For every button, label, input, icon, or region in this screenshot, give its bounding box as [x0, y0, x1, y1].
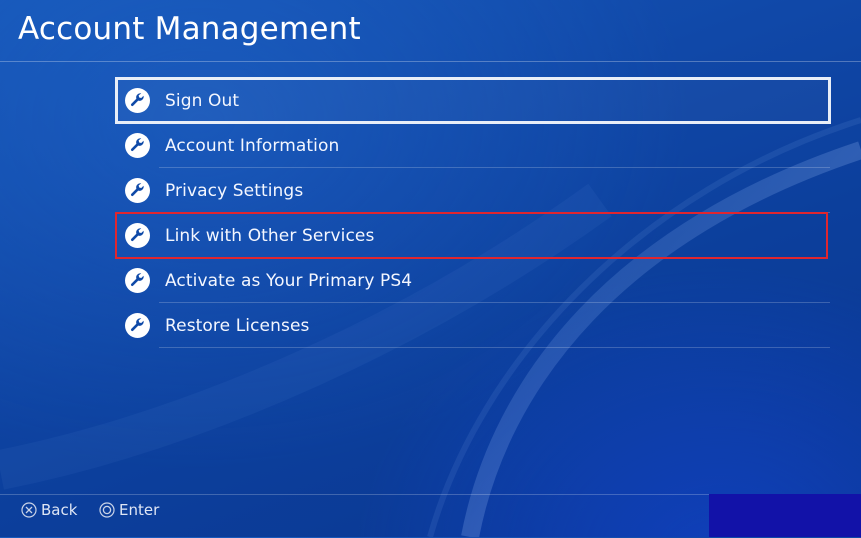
menu-item-label: Sign Out [165, 90, 240, 111]
wrench-icon [125, 268, 150, 293]
page-title: Account Management [18, 11, 361, 47]
corner-overlay [709, 494, 861, 537]
menu-item-label: Account Information [165, 135, 340, 156]
menu-item-activate-primary-ps4[interactable]: Activate as Your Primary PS4 [116, 258, 830, 303]
back-label: Back [41, 501, 78, 519]
menu-item-restore-licenses[interactable]: Restore Licenses [116, 303, 830, 348]
menu-item-privacy-settings[interactable]: Privacy Settings [116, 168, 830, 213]
wrench-icon [125, 178, 150, 203]
menu-item-label: Link with Other Services [165, 225, 375, 246]
menu-item-sign-out[interactable]: Sign Out [115, 77, 831, 124]
circle-button-icon [99, 502, 115, 518]
menu-item-link-with-other-services[interactable]: Link with Other Services [115, 212, 828, 259]
wrench-icon [125, 133, 150, 158]
menu-item-label: Restore Licenses [165, 315, 310, 336]
enter-button[interactable]: Enter [99, 501, 159, 519]
account-menu: Sign Out Account Information Privacy Set… [115, 77, 831, 348]
menu-item-account-information[interactable]: Account Information [116, 123, 830, 168]
wrench-icon [125, 88, 150, 113]
menu-item-label: Privacy Settings [165, 180, 304, 201]
wrench-icon [125, 223, 150, 248]
wrench-icon [125, 313, 150, 338]
enter-label: Enter [119, 501, 160, 519]
back-button[interactable]: Back [21, 501, 77, 519]
cross-button-icon [21, 502, 37, 518]
header-bar: Account Management [0, 0, 861, 62]
menu-item-label: Activate as Your Primary PS4 [165, 270, 413, 291]
